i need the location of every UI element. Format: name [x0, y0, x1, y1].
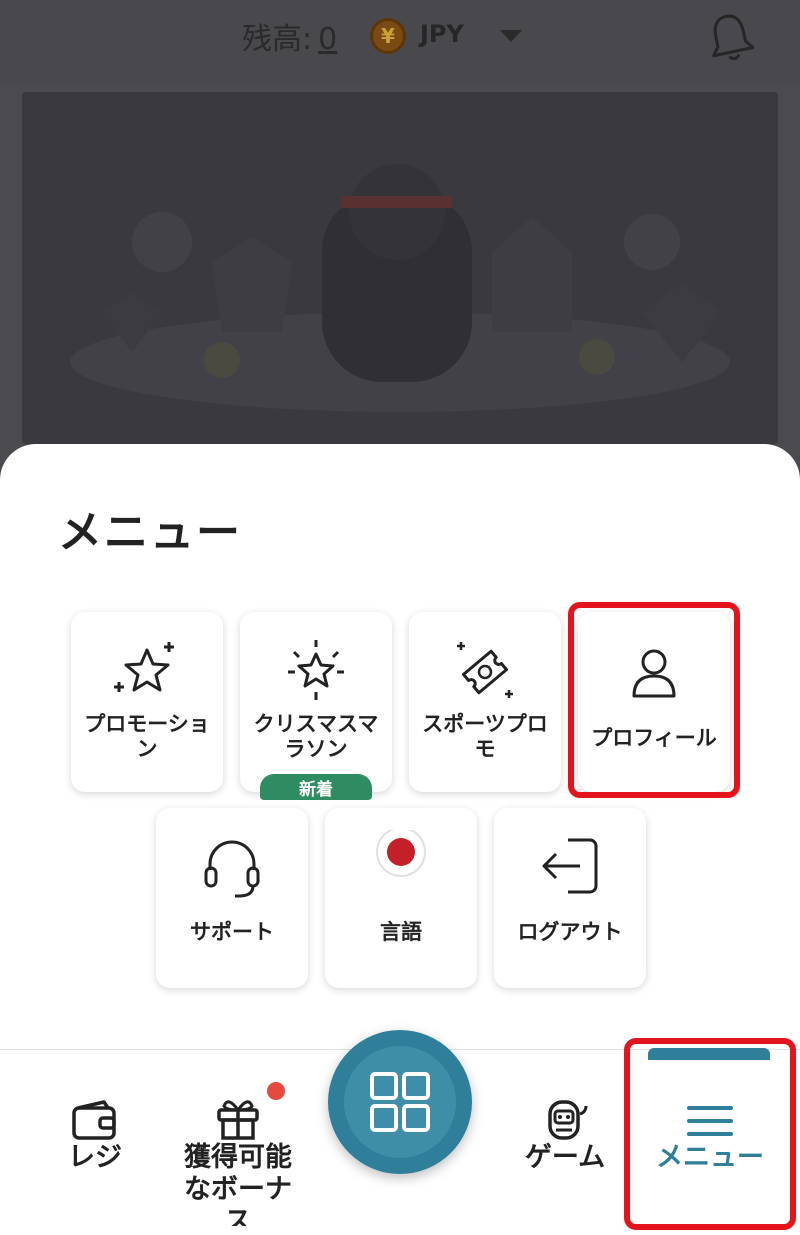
star-sparkle-icon — [114, 642, 174, 692]
star-burst-icon — [288, 640, 344, 700]
menu-item-christmas-marathon[interactable]: クリスマスマラソン — [240, 612, 392, 792]
grid-icon — [370, 1072, 430, 1132]
menu-item-logout[interactable]: ログアウト — [494, 808, 646, 988]
ticket-sparkle-icon — [457, 642, 513, 698]
nav-item-bonus[interactable]: 獲得可能なボーナス — [182, 1096, 294, 1226]
menu-item-label: スポーツプロモ — [422, 712, 548, 761]
balance-label: 残高: — [242, 22, 313, 57]
logout-icon — [542, 838, 598, 894]
menu-item-label: プロフィール — [591, 726, 717, 750]
nav-label: 獲得可能なボーナス — [184, 1142, 292, 1226]
menu-item-label: プロモーション — [84, 712, 210, 761]
menu-item-support[interactable]: サポート — [156, 808, 308, 988]
nav-item-cashier[interactable]: レジ — [30, 1100, 160, 1174]
menu-item-sports-promo[interactable]: スポーツプロモ — [409, 612, 561, 792]
japan-flag-icon — [376, 830, 426, 877]
menu-item-profile[interactable]: プロフィール — [578, 612, 730, 792]
nav-item-menu[interactable]: メニュー — [640, 1100, 780, 1174]
menu-item-label: サポート — [190, 920, 274, 944]
menu-item-label: 言語 — [380, 920, 422, 944]
gift-icon — [217, 1100, 259, 1140]
games-grid-button[interactable] — [328, 1030, 472, 1174]
yen-coin-icon: ¥ — [370, 18, 406, 54]
headset-icon — [204, 840, 260, 898]
nav-label: メニュー — [656, 1142, 764, 1173]
active-tab-indicator — [648, 1048, 770, 1060]
chevron-down-icon[interactable] — [500, 30, 522, 42]
wallet-icon — [72, 1100, 116, 1140]
notification-dot — [267, 1082, 285, 1100]
nav-label: レジ — [68, 1142, 122, 1173]
robot-icon — [548, 1100, 588, 1140]
menu-icon — [687, 1106, 733, 1136]
currency-selector[interactable]: JPY — [420, 20, 464, 48]
user-icon — [632, 649, 676, 698]
menu-title: メニュー — [58, 507, 242, 558]
new-badge: 新着 — [260, 774, 372, 800]
bell-icon[interactable] — [706, 12, 754, 62]
menu-item-label: ログアウト — [517, 920, 623, 944]
balance-value[interactable]: 0 — [318, 22, 337, 57]
menu-item-language[interactable]: 言語 — [325, 808, 477, 988]
menu-item-promotion[interactable]: プロモーション — [71, 612, 223, 792]
promo-banner[interactable] — [22, 92, 778, 444]
nav-label: ゲーム — [524, 1142, 606, 1173]
menu-item-label: クリスマスマラソン — [253, 712, 379, 761]
balance-display: 残高: 0 — [242, 14, 337, 58]
banner-illustration — [70, 164, 730, 412]
nav-item-games[interactable]: ゲーム — [505, 1100, 625, 1174]
